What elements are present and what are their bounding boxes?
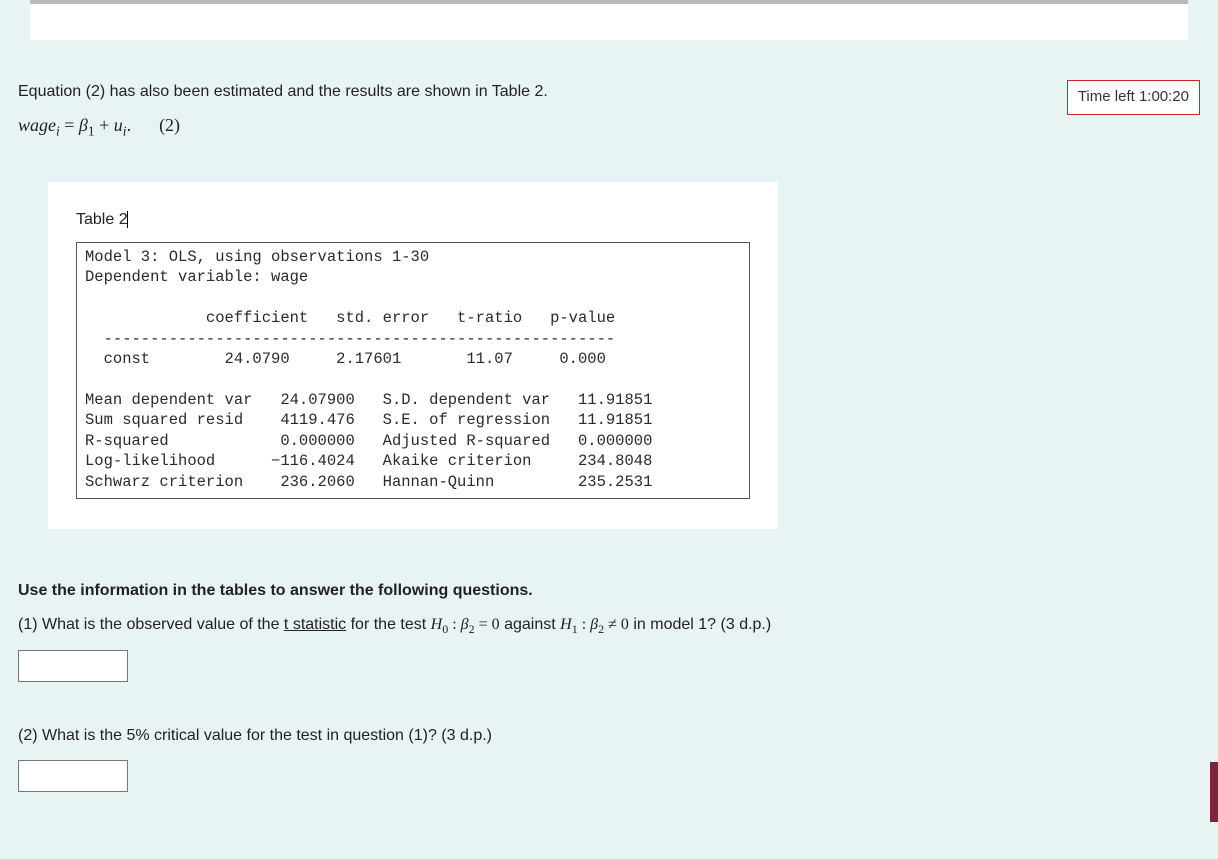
table-2-block: Table 2 Model 3: OLS, using observations… xyxy=(48,182,778,529)
equation-2: wagei = β1 + ui.(2) xyxy=(18,112,1200,142)
regression-output: Model 3: OLS, using observations 1-30 De… xyxy=(76,242,750,499)
col-headers: coefficient std. error t-ratio p-value xyxy=(85,309,615,327)
stats-row-5: Schwarz criterion 236.2060 Hannan-Quinn … xyxy=(85,473,652,491)
question-2-text: (2) What is the 5% critical value for th… xyxy=(18,724,1200,748)
question-2: (2) What is the 5% critical value for th… xyxy=(18,724,1200,792)
divider-line: ----------------------------------------… xyxy=(85,330,615,348)
t-statistic-link[interactable]: t statistic xyxy=(284,616,346,633)
stats-row-3: R-squared 0.000000 Adjusted R-squared 0.… xyxy=(85,432,652,450)
stats-row-2: Sum squared resid 4119.476 S.E. of regre… xyxy=(85,411,652,429)
depvar-line: Dependent variable: wage xyxy=(85,268,308,286)
time-left-label: Time left 1:00:20 xyxy=(1078,88,1189,105)
question-1-text: (1) What is the observed value of the t … xyxy=(18,613,1200,638)
side-tab[interactable] xyxy=(1210,762,1218,822)
time-left-box: Time left 1:00:20 xyxy=(1067,80,1200,115)
stats-row-1: Mean dependent var 24.07900 S.D. depende… xyxy=(85,391,652,409)
model-line: Model 3: OLS, using observations 1-30 xyxy=(85,248,429,266)
const-row: const 24.0790 2.17601 11.07 0.000 xyxy=(85,350,606,368)
answer-input-2[interactable] xyxy=(18,760,128,792)
header-blank-box xyxy=(30,0,1188,40)
stats-row-4: Log-likelihood −116.4024 Akaike criterio… xyxy=(85,452,652,470)
questions-heading: Use the information in the tables to ans… xyxy=(18,579,1200,603)
question-1: (1) What is the observed value of the t … xyxy=(18,613,1200,682)
intro-text: Equation (2) has also been estimated and… xyxy=(18,80,1200,104)
table-caption: Table 2 xyxy=(76,208,750,232)
answer-input-1[interactable] xyxy=(18,650,128,682)
